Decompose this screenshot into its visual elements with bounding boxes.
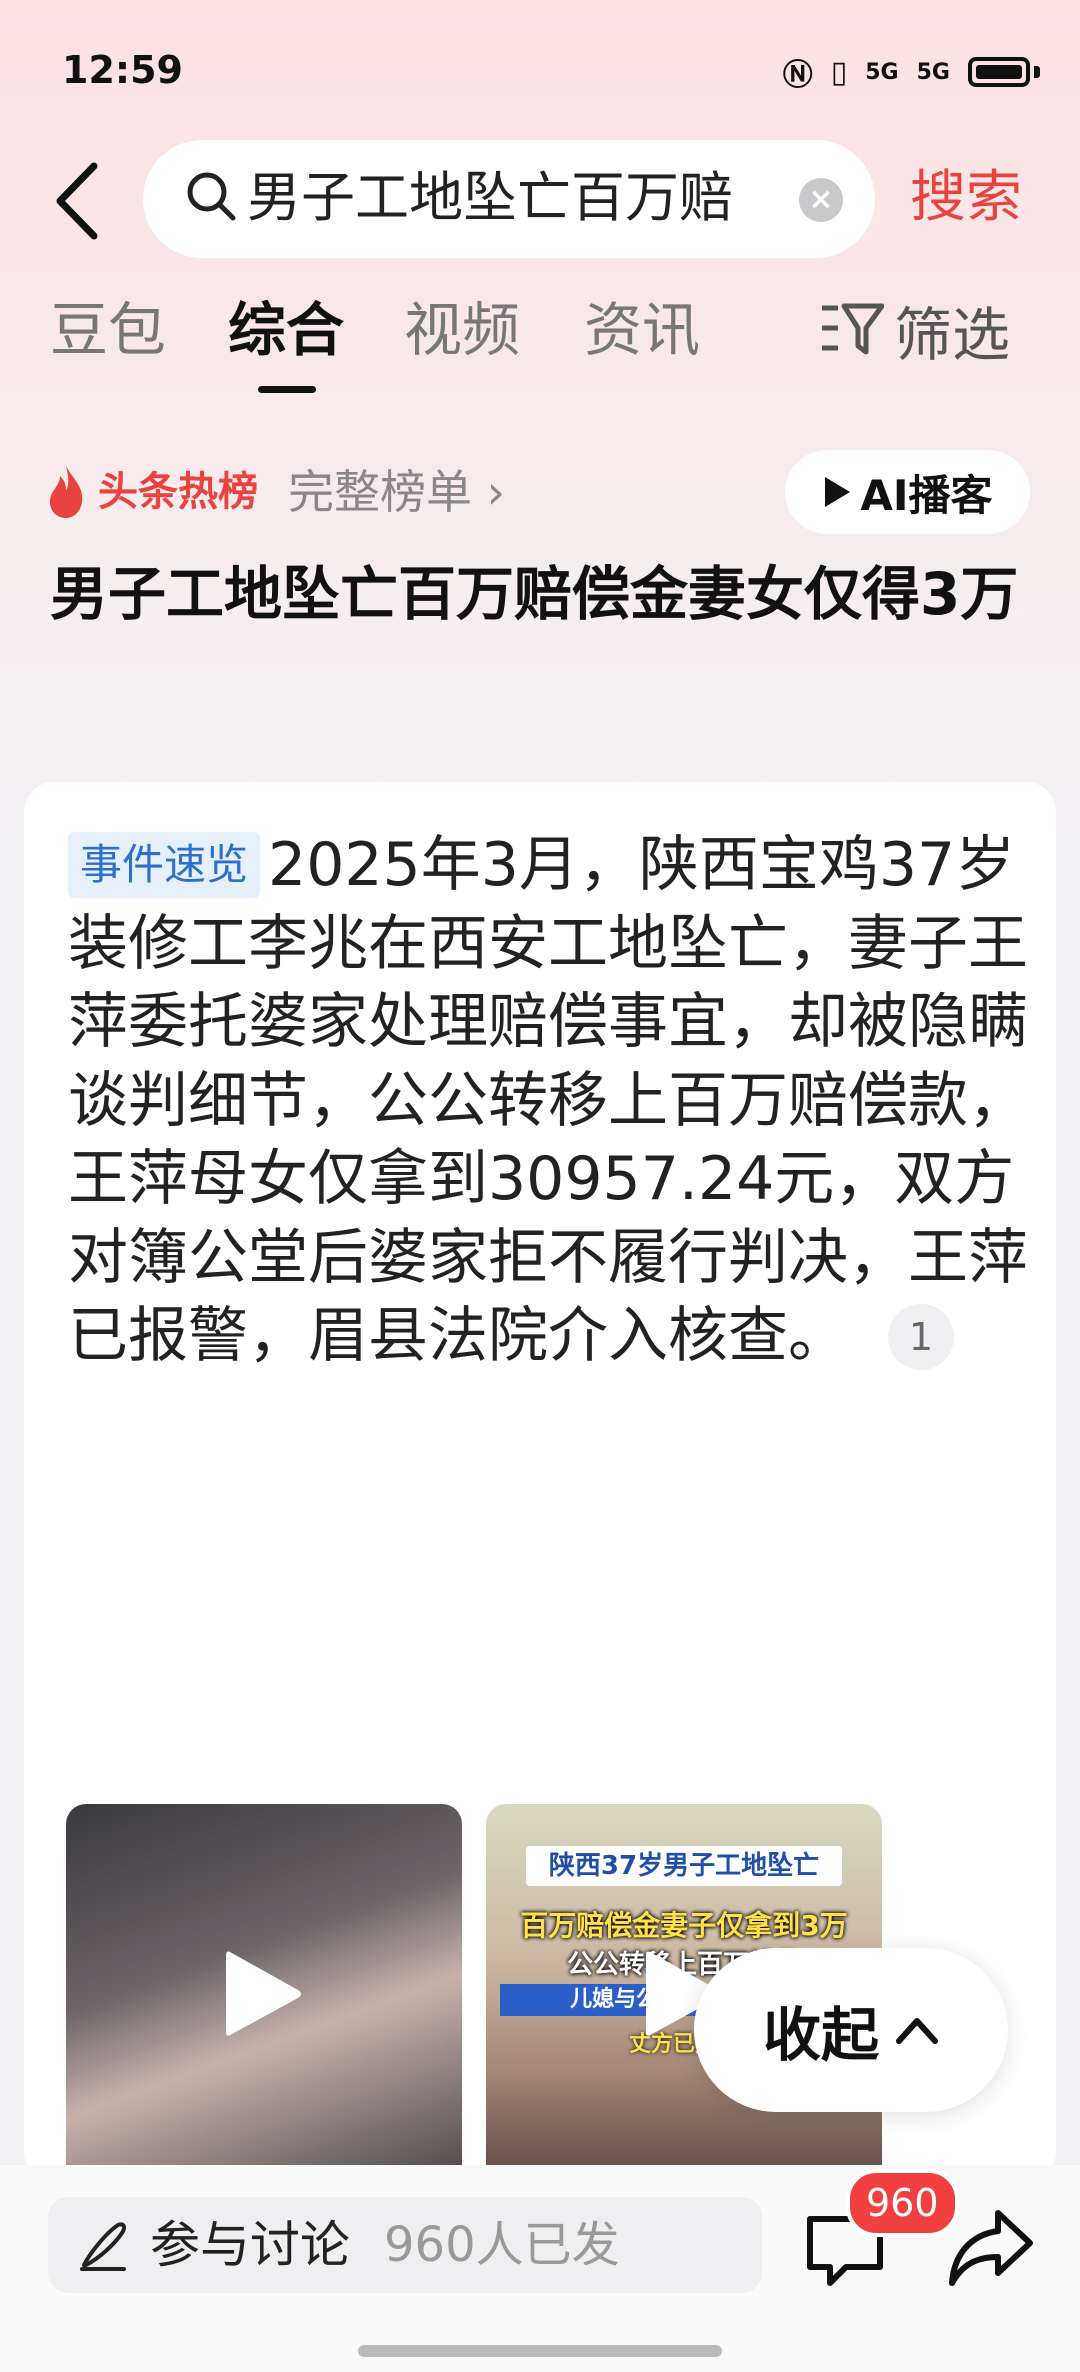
tab-video[interactable]: 视频 [404, 290, 520, 370]
ai-podcast-label: AI播客 [860, 470, 993, 520]
summary-text: 2025年3月，陕西宝鸡37岁装修工李兆在西安工地坠亡，妻子王萍委托婆家处理赔偿… [68, 830, 1028, 1371]
clear-search-button[interactable]: × [799, 178, 843, 222]
thumbnail-caption: 陕西37岁男子工地坠亡 [526, 1846, 842, 1886]
home-indicator [358, 2345, 722, 2357]
flame-icon [49, 466, 83, 518]
signal-5g-icon: 5G [865, 59, 899, 85]
chevron-up-icon [896, 2018, 938, 2044]
tab-overflow-fade [752, 290, 812, 380]
back-button[interactable] [48, 156, 108, 246]
video-thumbnail-1[interactable] [66, 1804, 462, 2184]
nfc-icon: Ⓝ [782, 58, 813, 93]
active-tab-indicator [258, 386, 316, 393]
event-overview-tag: 事件速览 [68, 832, 261, 898]
reference-badge[interactable]: 1 [888, 1304, 954, 1370]
share-icon[interactable] [946, 2203, 1036, 2293]
discussion-label: 参与讨论 [150, 2216, 350, 2274]
status-bar: 12:59 Ⓝ ▯ 5G 5G [0, 0, 1080, 140]
full-list-link[interactable]: 完整榜单 › [288, 460, 505, 524]
event-summary: 事件速览 2025年3月，陕西宝鸡37岁装修工李兆在西安工地坠亡，妻子王萍委托婆家… [68, 826, 1028, 1376]
search-button[interactable]: 搜索 [910, 160, 1022, 236]
collapse-label: 收起 [762, 2001, 879, 2069]
discussion-input[interactable]: 参与讨论 960人已发 [48, 2197, 762, 2293]
filter-icon [822, 303, 884, 355]
page-title: 男子工地坠亡百万赔偿金妻女仅得3万 [50, 560, 1019, 628]
hot-list-label: 头条热榜 [98, 469, 258, 515]
play-icon [825, 477, 851, 507]
filter-label: 筛选 [894, 301, 1011, 369]
vibrate-icon: ▯ [830, 54, 848, 90]
search-bar-row: 男子工地坠亡百万赔 × 搜索 [0, 140, 1080, 260]
filter-button[interactable]: 筛选 [820, 290, 1010, 370]
search-tabs: 豆包 综合 视频 资讯 筛选 [0, 290, 1080, 400]
status-time: 12:59 [62, 48, 183, 92]
battery-icon [968, 57, 1030, 87]
comment-count-badge: 960 [846, 2169, 959, 2237]
status-icons: Ⓝ ▯ 5G 5G [783, 50, 1040, 94]
search-query: 男子工地坠亡百万赔 [247, 166, 733, 229]
bottom-bar: 参与讨论 960人已发 960 [0, 2165, 1080, 2372]
search-icon [187, 172, 236, 221]
discussion-count: 960人已发 [384, 2217, 620, 2273]
signal-5g-icon: 5G [916, 59, 950, 85]
tab-comprehensive[interactable]: 综合 [228, 290, 344, 370]
ai-podcast-button[interactable]: AI播客 [785, 450, 1030, 534]
collapse-button[interactable]: 收起 [694, 1948, 1008, 2112]
hot-list-row: 头条热榜 完整榜单 › AI播客 [0, 450, 1080, 540]
thumbnail-caption: 百万赔偿金妻子仅拿到3万 [520, 1909, 848, 1942]
tab-news[interactable]: 资讯 [584, 290, 700, 370]
pen-icon [80, 2222, 127, 2271]
chevron-left-icon [56, 162, 98, 240]
battery-tip [1034, 66, 1040, 78]
play-icon [226, 1951, 301, 2036]
tab-doubao[interactable]: 豆包 [50, 290, 166, 370]
search-input[interactable]: 男子工地坠亡百万赔 × [143, 140, 875, 258]
close-icon: × [808, 182, 834, 217]
